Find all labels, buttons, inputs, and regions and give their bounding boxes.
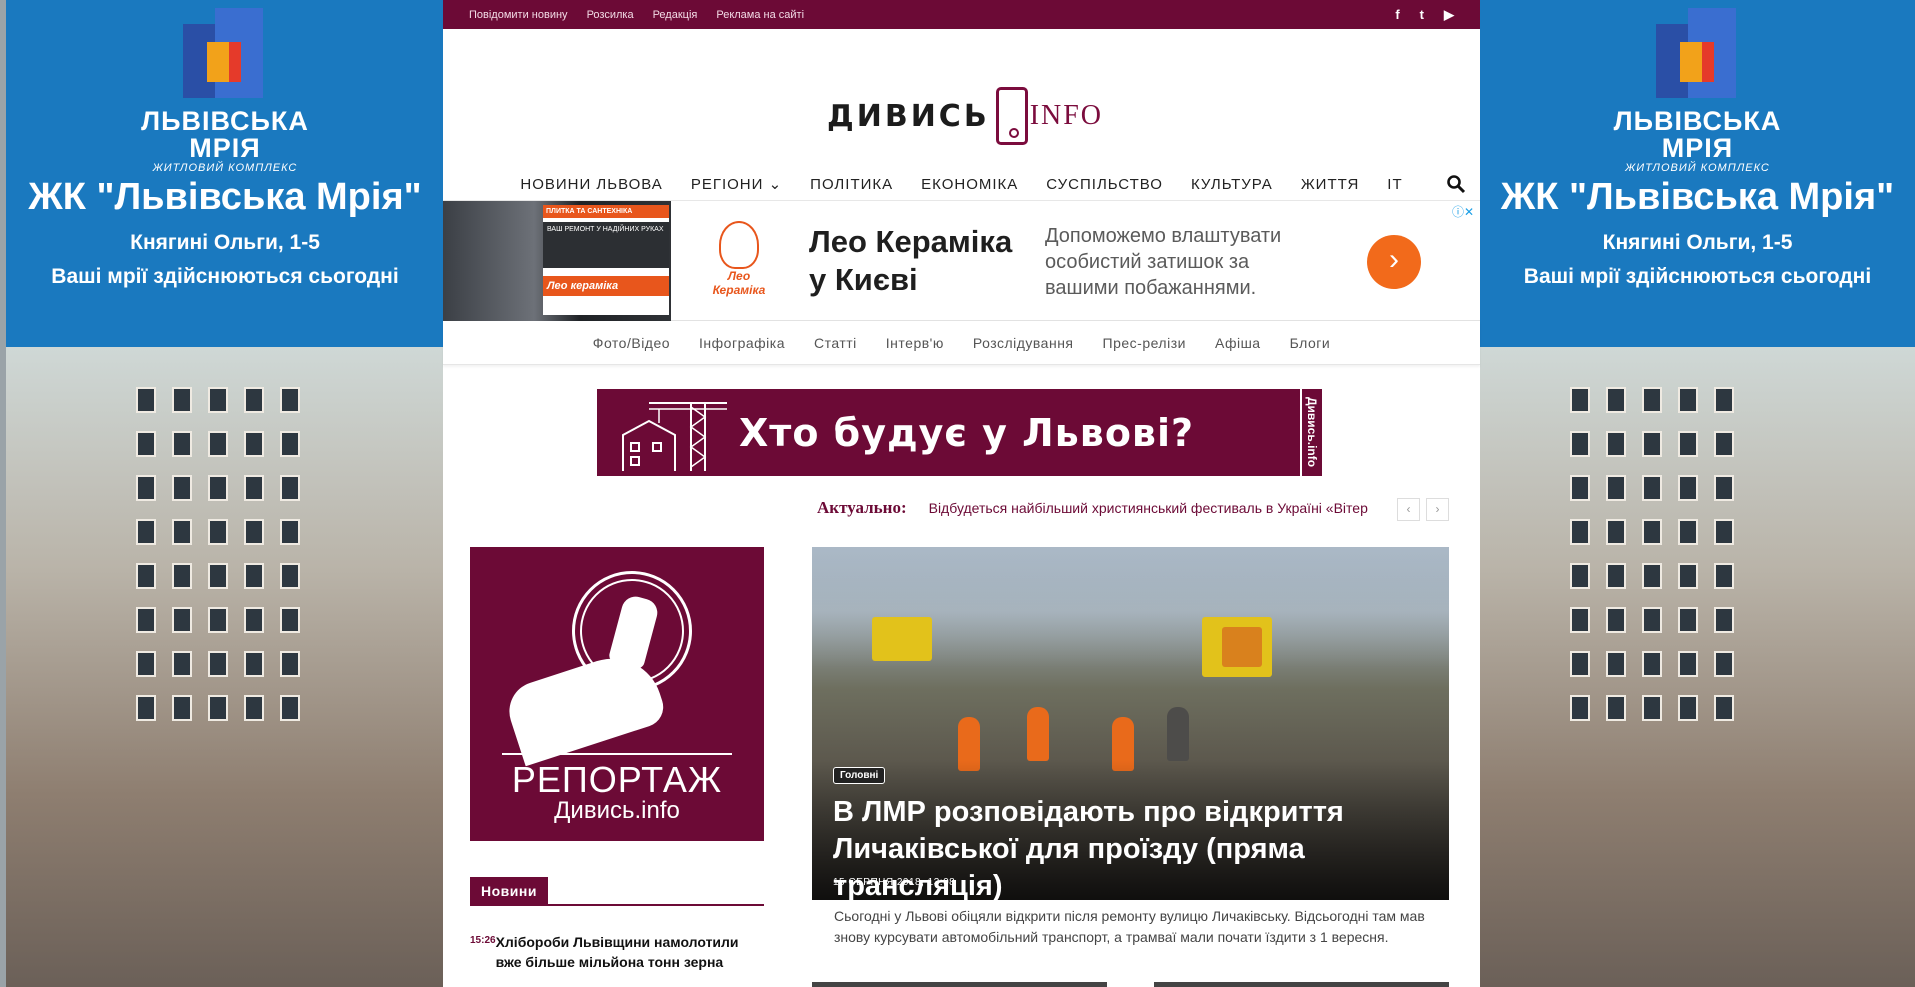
ad-description: Допоможемо влаштувати особистий затишок …: [1045, 225, 1282, 299]
topbar-link-newsletter[interactable]: Розсилка: [587, 9, 634, 21]
subnav-item-articles[interactable]: Статті: [814, 335, 857, 351]
ticker-next-button[interactable]: ›: [1426, 498, 1449, 521]
nav-item-label: РЕГІОНИ: [690, 176, 764, 193]
nav-item-it[interactable]: IT: [1373, 176, 1416, 193]
hero-photo-worker: [1167, 707, 1189, 761]
skin-brand-sub: ЖИТЛОВИЙ КОМПЛЕКС: [152, 162, 298, 174]
top-bar: Повідомити новину Розсилка Редакція Рекл…: [443, 0, 1480, 29]
skin-buildings-image: [6, 347, 444, 987]
subnav-item-infographics[interactable]: Інфографіка: [699, 335, 785, 351]
display-ad[interactable]: ПЛИТКА ТА САНТЕХНІКА ВАШ РЕМОНТ У НАДІЙН…: [443, 201, 1480, 321]
youtube-icon[interactable]: ▶: [1444, 7, 1454, 23]
twitter-icon[interactable]: t: [1420, 7, 1424, 23]
site-logo[interactable]: ДИВИСЬ INFO: [827, 87, 1103, 145]
category-badge[interactable]: Головні: [833, 767, 886, 784]
subnav-item-events[interactable]: Афіша: [1215, 335, 1261, 351]
skin-title: ЖК "Львівська Мрія": [28, 176, 422, 218]
building-logo-icon: [1638, 6, 1758, 98]
banner-title: Хто будує у Львові?: [739, 411, 1195, 455]
hero-photo-worker: [1027, 707, 1049, 761]
main-page: Повідомити новину Розсилка Редакція Рекл…: [443, 0, 1480, 987]
nav-item-life[interactable]: ЖИТТЯ: [1287, 176, 1373, 193]
building-logo-icon: [165, 6, 285, 98]
subnav-item-photo-video[interactable]: Фото/Відео: [593, 335, 670, 351]
social-links: f t ▶: [1395, 7, 1454, 23]
skin-address: Княгині Ольги, 1-5: [1602, 231, 1793, 254]
subnav-item-interviews[interactable]: Інтерв'ю: [886, 335, 944, 351]
news-ticker: Актуально: Відбудеться найбільший христи…: [817, 498, 1385, 518]
nav-item-regions[interactable]: РЕГІОНИ ⌄: [677, 175, 796, 193]
ad-image-card: ПЛИТКА ТА САНТЕХНІКА ВАШ РЕМОНТ У НАДІЙН…: [543, 205, 669, 315]
list-item[interactable]: 15:26 Хлібороби Львівщини намолотили вже…: [470, 932, 764, 972]
article-thumbnail[interactable]: [812, 982, 1107, 987]
skin-brand: ЛЬВІВСЬКА МРІЯ: [1613, 106, 1782, 163]
ad-card-brand: Лео кераміка: [543, 276, 669, 296]
ad-card-top: ПЛИТКА ТА САНТЕХНІКА: [543, 205, 669, 218]
construction-crane-icon: [622, 402, 727, 471]
logo-word-info: INFO: [1029, 100, 1104, 131]
ad-open-button[interactable]: ›: [1367, 235, 1421, 289]
skin-buildings-image: [1480, 347, 1915, 987]
nav-item-economy[interactable]: ЕКОНОМІКА: [907, 176, 1032, 193]
promo-subtitle: Дивись.info: [554, 797, 680, 824]
skin-title: ЖК "Львівська Мрія": [1500, 176, 1895, 218]
ad-image: ПЛИТКА ТА САНТЕХНІКА ВАШ РЕМОНТ У НАДІЙН…: [443, 201, 671, 321]
chevron-down-icon: ⌄: [768, 176, 783, 193]
ad-brand-name: Лео Кераміка: [712, 269, 766, 297]
search-icon[interactable]: [1446, 174, 1466, 194]
nav-item-society[interactable]: СУСПІЛЬСТВО: [1032, 176, 1177, 193]
ad-card-mid: ВАШ РЕМОНТ У НАДІЙНИХ РУКАХ: [543, 222, 669, 268]
skin-slogan: Ваші мрії здійснюються сьогодні: [51, 265, 399, 288]
promo-title: РЕПОРТАЖ: [511, 759, 723, 800]
site-header: ДИВИСЬ INFO: [443, 29, 1480, 157]
ad-title-line1: Лео Кераміка: [809, 224, 1013, 259]
ad-brand-logo: Лео Кераміка: [711, 221, 767, 301]
news-time: 15:26: [470, 935, 496, 946]
featured-article[interactable]: Головні В ЛМР розповідають про відкриття…: [812, 547, 1449, 900]
skin-logo: ЛЬВІВСЬКА МРІЯ ЖИТЛОВИЙ КОМПЛЕКС: [1588, 6, 1808, 174]
nav-item-culture[interactable]: КУЛЬТУРА: [1177, 176, 1287, 193]
logo-word-dyvys: ДИВИСЬ: [827, 98, 990, 134]
banner-vertical-label: Дивись.info: [1300, 389, 1322, 476]
reportage-promo[interactable]: РЕПОРТАЖ Дивись.info: [470, 547, 764, 841]
ad-info-icon[interactable]: ⓘ✕: [1452, 203, 1474, 220]
main-nav: НОВИНИ ЛЬВОВА РЕГІОНИ ⌄ ПОЛІТИКА ЕКОНОМІ…: [443, 168, 1480, 201]
topbar-link-advertising[interactable]: Реклама на сайті: [716, 9, 804, 21]
subnav-item-press-releases[interactable]: Прес-релізи: [1103, 335, 1186, 351]
subnav-item-investigations[interactable]: Розслідування: [973, 335, 1074, 351]
promo-divider: [502, 753, 732, 755]
secondary-nav: Фото/Відео Інфографіка Статті Інтерв'ю Р…: [443, 321, 1480, 365]
skin-brand-sub: ЖИТЛОВИЙ КОМПЛЕКС: [1625, 162, 1770, 174]
news-title[interactable]: Хлібороби Львівщини намолотили вже більш…: [496, 932, 764, 972]
article-thumbnail[interactable]: [1154, 982, 1449, 987]
nav-item-politics[interactable]: ПОЛІТИКА: [796, 176, 907, 193]
lion-logo-icon: [719, 221, 759, 269]
ticker-label: Актуально:: [817, 498, 907, 517]
topbar-link-report-news[interactable]: Повідомити новину: [469, 9, 568, 21]
skin-ad-header: ЛЬВІВСЬКА МРІЯ ЖИТЛОВИЙ КОМПЛЕКС ЖК "Льв…: [1480, 0, 1915, 347]
news-tab[interactable]: Новини: [470, 877, 548, 905]
ad-title: Лео Кераміка у Києві: [809, 223, 1012, 299]
topbar-link-editorial[interactable]: Редакція: [653, 9, 698, 21]
ticker-prev-button[interactable]: ‹: [1397, 498, 1420, 521]
skin-slogan: Ваші мрії здійснюються сьогодні: [1523, 265, 1872, 288]
subnav-item-blogs[interactable]: Блоги: [1290, 335, 1331, 351]
phone-logo-icon: [995, 87, 1028, 145]
hero-lead: Сьогодні у Львові обіцяли відкрити після…: [834, 908, 1425, 945]
skin-logo: ЛЬВІВСЬКА МРІЯ ЖИТЛОВИЙ КОМПЛЕКС: [115, 6, 335, 174]
hero-photo-excavator: [1222, 627, 1262, 667]
who-builds-banner[interactable]: Хто будує у Львові? Дивись.info: [597, 389, 1322, 476]
ad-title-line2: у Києві: [809, 262, 918, 297]
hero-date: 15 СЕРПНЯ 2018, 13:08: [833, 877, 956, 888]
right-skin-ad[interactable]: ЛЬВІВСЬКА МРІЯ ЖИТЛОВИЙ КОМПЛЕКС ЖК "Льв…: [1480, 0, 1915, 987]
hero-photo-truck: [872, 617, 932, 661]
nav-item-lviv-news[interactable]: НОВИНИ ЛЬВОВА: [506, 176, 676, 193]
skin-brand: ЛЬВІВСЬКА МРІЯ: [141, 106, 309, 163]
facebook-icon[interactable]: f: [1395, 7, 1399, 23]
skin-address: Княгині Ольги, 1-5: [130, 231, 320, 254]
skin-ad-header: ЛЬВІВСЬКА МРІЯ ЖИТЛОВИЙ КОМПЛЕКС ЖК "Льв…: [6, 0, 444, 347]
news-section-header: Новини: [470, 877, 764, 906]
ticker-headline[interactable]: Відбудеться найбільший християнський фес…: [929, 500, 1385, 516]
left-skin-ad[interactable]: ЛЬВІВСЬКА МРІЯ ЖИТЛОВИЙ КОМПЛЕКС ЖК "Льв…: [0, 0, 444, 987]
